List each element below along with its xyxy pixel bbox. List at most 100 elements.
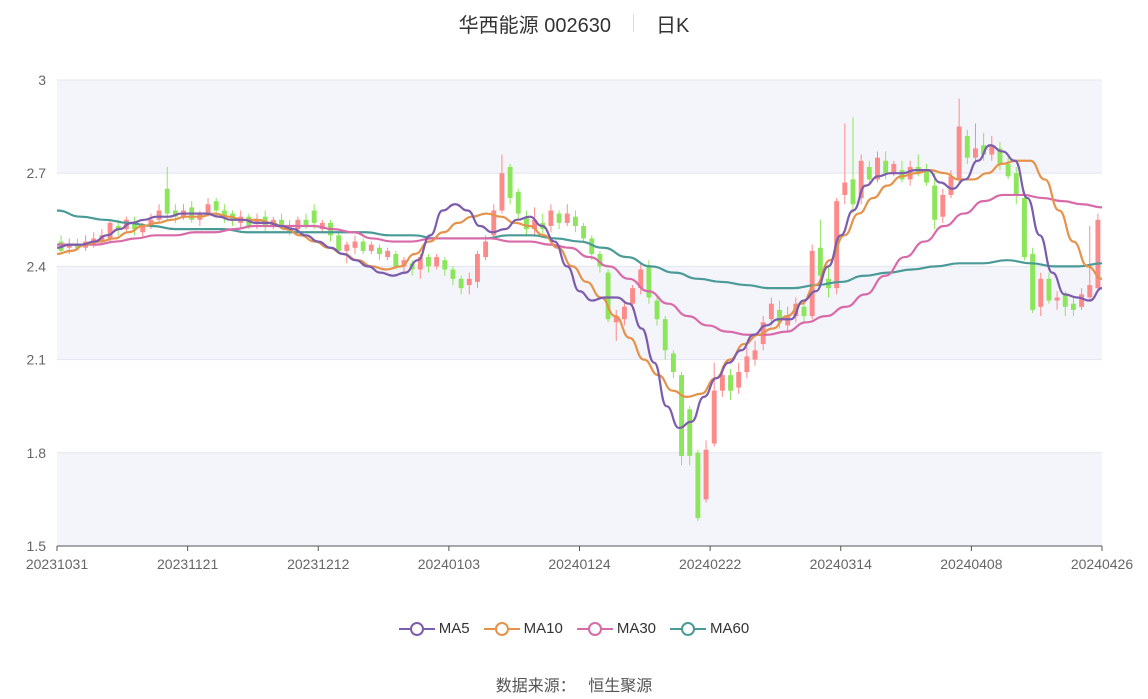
candle-body <box>670 353 676 373</box>
candle-body <box>1087 285 1093 298</box>
candle-body <box>377 247 382 254</box>
candle-body <box>964 135 970 158</box>
candle-body <box>850 179 856 205</box>
legend-label-ma10: MA10 <box>523 620 563 637</box>
candle-body <box>956 126 962 180</box>
candle-body <box>752 350 758 360</box>
grid-band <box>57 452 1102 546</box>
candle-body <box>883 160 889 174</box>
candle-body <box>507 166 513 199</box>
candle-body <box>450 269 456 279</box>
legend-ma5-icon <box>398 621 435 636</box>
candle-body <box>458 278 464 289</box>
x-tick-label: 20240124 <box>548 556 611 572</box>
candle-body <box>483 241 489 258</box>
candle-body <box>662 319 668 351</box>
candle-body <box>156 210 162 220</box>
candle-body <box>556 213 562 223</box>
candle-body <box>768 303 774 320</box>
candle-body <box>442 260 448 270</box>
candle-body <box>719 375 725 391</box>
x-tick-label: 20231121 <box>157 556 218 572</box>
legend-label-ma60: MA60 <box>710 620 750 637</box>
candle-body <box>973 148 978 158</box>
candle-body <box>548 210 554 227</box>
candle-body <box>744 356 750 373</box>
candle-body <box>711 390 717 444</box>
legend-item-ma10[interactable]: MA10 <box>483 620 563 637</box>
candle-body <box>621 306 627 320</box>
candle-body <box>1005 163 1011 177</box>
candle-body <box>801 306 807 317</box>
candle-body <box>1062 294 1068 307</box>
candle-body <box>940 194 946 217</box>
candle-body <box>581 226 587 239</box>
candle-body <box>499 173 505 211</box>
y-tick-label: 1.5 <box>27 538 47 554</box>
grid-band <box>57 266 1102 360</box>
candle-body <box>564 213 570 223</box>
y-tick-label: 2.4 <box>27 258 47 274</box>
candle-body <box>1046 278 1052 301</box>
grid-band <box>57 80 1102 174</box>
candle-body <box>809 250 815 317</box>
candle-body <box>695 452 701 519</box>
candle-body <box>344 244 350 251</box>
candle-body <box>948 176 954 195</box>
candle-body <box>1079 294 1085 307</box>
candle-body <box>1054 297 1060 301</box>
candle-body <box>646 266 652 298</box>
candle-body <box>515 191 521 214</box>
candle-body <box>842 182 848 195</box>
legend-label-ma30: MA30 <box>616 620 657 637</box>
candle-body <box>360 241 366 251</box>
x-tick-label: 20240314 <box>810 556 873 572</box>
x-tick-label: 20240408 <box>940 556 1003 572</box>
candle-body <box>336 235 342 251</box>
candle-body <box>687 409 693 456</box>
candle-body <box>866 166 872 180</box>
candle-body <box>368 244 374 251</box>
candle-body <box>385 250 391 258</box>
candle-body <box>1070 303 1076 310</box>
y-tick-label: 2.7 <box>27 165 47 181</box>
legend-item-ma30[interactable]: MA30 <box>576 620 657 637</box>
legend-item-ma5[interactable]: MA5 <box>398 620 470 637</box>
data-source: 数据来源： 恒生聚源 <box>0 672 1148 696</box>
candle-body <box>1013 173 1019 195</box>
candle-body <box>434 257 440 267</box>
candle-body <box>654 300 660 320</box>
candle-body <box>899 170 905 180</box>
candle-body <box>295 219 301 230</box>
candle-body <box>393 253 399 267</box>
candle-body <box>205 204 211 214</box>
candle-body <box>728 375 733 391</box>
legend-ma30-icon <box>576 621 613 636</box>
y-tick-label: 2.1 <box>27 352 47 368</box>
source-name: 恒生聚源 <box>588 678 653 695</box>
candle-body <box>932 185 938 220</box>
candle-body <box>785 316 791 326</box>
chart-legend: MA5 MA10 MA30 MA60 <box>0 620 1148 637</box>
candle-body <box>164 188 170 214</box>
candle-body <box>475 253 480 282</box>
legend-item-ma60[interactable]: MA60 <box>670 620 749 637</box>
y-tick-label: 3 <box>38 72 46 88</box>
candlestick-chart: 1.5 1.8 2.1 2.4 2.7 3 20231031 20231121 20231212… <box>26 72 1134 572</box>
y-tick-label: 1.8 <box>27 445 47 461</box>
candle-body <box>891 163 897 174</box>
candle-body <box>1021 198 1027 258</box>
x-tick-label: 20231031 <box>26 556 89 572</box>
candle-body <box>1038 278 1044 307</box>
candle-body <box>679 375 684 456</box>
x-tick-label: 20231212 <box>287 556 350 572</box>
candle-body <box>703 449 709 500</box>
candle-body <box>311 210 317 223</box>
candle-body <box>352 241 358 248</box>
x-tick-label: 20240103 <box>418 556 481 572</box>
candle-body <box>736 372 742 388</box>
legend-ma60-icon <box>670 621 707 636</box>
source-label: 数据来源： <box>495 678 576 695</box>
legend-label-ma5: MA5 <box>438 620 470 637</box>
x-tick-label: 20240426 <box>1071 556 1134 572</box>
